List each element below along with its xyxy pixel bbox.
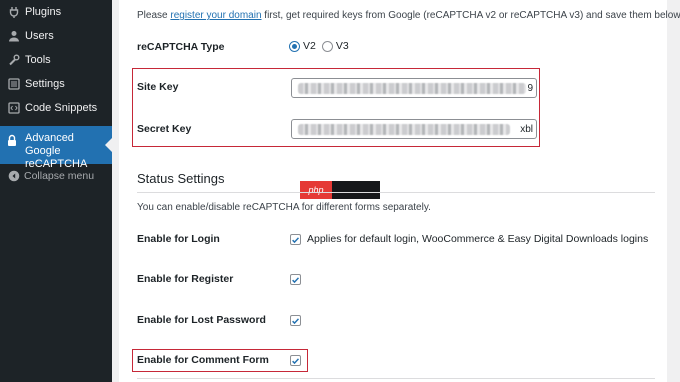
radio-v2-label: V2 [303, 40, 316, 52]
enable-login-note: Applies for default login, WooCommerce &… [307, 233, 649, 245]
sidebar-item-advanced-google-recaptcha[interactable]: Advanced Google reCAPTCHA [0, 126, 112, 170]
checkmark-icon [292, 276, 299, 283]
settings-panel: Please register your domain first, get r… [119, 0, 680, 382]
settings-icon [4, 78, 24, 90]
enable-register-label: Enable for Register [137, 273, 234, 285]
site-key-label: Site Key [137, 81, 179, 93]
site-key-input[interactable]: 9 [291, 78, 537, 98]
keys-intro-text: Please register your domain first, get r… [137, 10, 680, 21]
sidebar-item-tools[interactable]: Tools [0, 48, 112, 72]
sidebar-item-users[interactable]: Users [0, 24, 112, 48]
secret-key-visible-tail: xbl [520, 124, 533, 135]
sidebar-item-label: Tools [25, 54, 51, 66]
sidebar-item-label: Users [25, 30, 54, 42]
sidebar-item-label: Plugins [25, 6, 62, 18]
secret-key-label: Secret Key [137, 123, 192, 135]
status-settings-title: Status Settings [137, 171, 225, 186]
php-watermark: php [300, 181, 380, 199]
radio-v3-label: V3 [335, 40, 349, 52]
enable-lost-password-label: Enable for Lost Password [137, 314, 266, 326]
plugin-icon [4, 6, 24, 18]
users-icon [4, 30, 24, 42]
site-key-visible-tail: 9 [527, 83, 533, 94]
section-divider [137, 192, 655, 193]
recaptcha-type-radio-group: V2 V3 [289, 40, 355, 52]
php-watermark-text: php [300, 181, 332, 199]
admin-sidebar: Plugins Users Tools Settings Code Snippe… [0, 0, 112, 382]
enable-comment-form-checkbox[interactable] [290, 355, 301, 366]
radio-v3[interactable] [321, 40, 333, 52]
sidebar-item-label: Settings [25, 78, 65, 90]
sidebar-item-label: Code Snippets [25, 102, 98, 114]
bottom-divider [137, 378, 655, 379]
secret-key-input[interactable]: xbl [291, 119, 537, 139]
code-icon [4, 102, 24, 114]
sidebar-item-settings[interactable]: Settings [0, 72, 112, 96]
enable-lost-password-checkbox[interactable] [290, 315, 301, 326]
recaptcha-type-label: reCAPTCHA Type [137, 41, 225, 53]
lock-icon [6, 134, 18, 150]
register-domain-link[interactable]: register your domain [170, 10, 261, 21]
enable-register-checkbox[interactable] [290, 274, 301, 285]
radio-v2[interactable] [289, 40, 300, 52]
wrench-icon [4, 54, 24, 66]
enable-login-label: Enable for Login [137, 233, 220, 245]
blurred-key-value [298, 124, 510, 135]
collapse-menu-button[interactable]: Collapse menu [0, 166, 94, 186]
checkmark-icon [292, 357, 299, 364]
checkmark-icon [292, 317, 299, 324]
status-description: You can enable/disable reCAPTCHA for dif… [137, 202, 431, 213]
sidebar-active-label-line1: Advanced Google [25, 132, 74, 157]
collapse-icon [4, 170, 24, 182]
enable-login-checkbox[interactable] [290, 234, 301, 245]
enable-comment-form-label: Enable for Comment Form [137, 354, 269, 366]
blurred-key-value [298, 83, 526, 94]
collapse-menu-label: Collapse menu [24, 170, 95, 182]
checkmark-icon [292, 236, 299, 243]
sidebar-item-code-snippets[interactable]: Code Snippets [0, 96, 112, 120]
sidebar-item-plugins[interactable]: Plugins [0, 0, 112, 24]
current-page-arrow [105, 138, 112, 152]
